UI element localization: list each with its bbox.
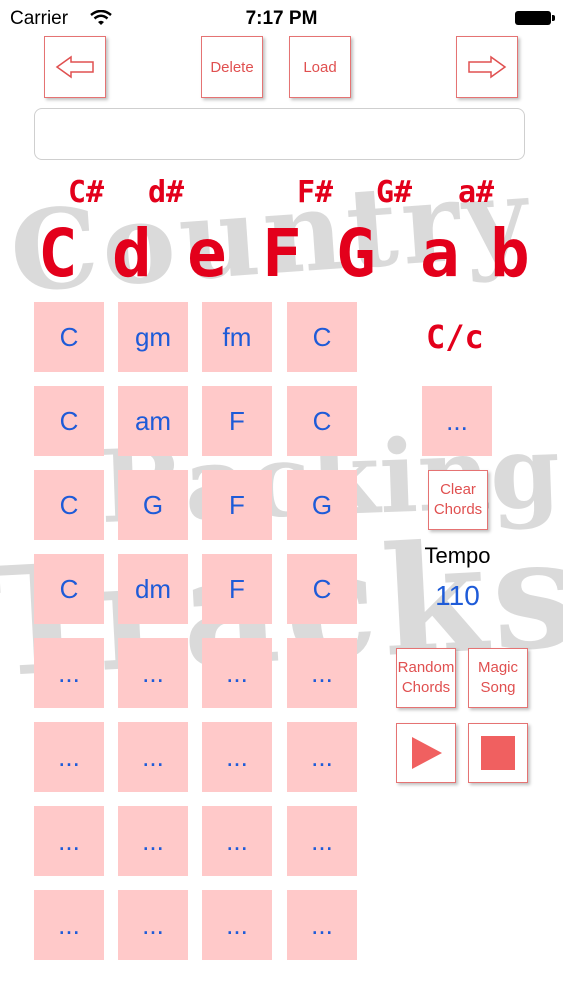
load-button[interactable]: Load: [289, 36, 351, 98]
chord-cell[interactable]: ...: [287, 722, 357, 792]
clock: 7:17 PM: [245, 8, 318, 29]
tempo-label: Tempo: [424, 543, 491, 568]
stop-icon: [481, 736, 515, 770]
chord-cell[interactable]: ...: [287, 638, 357, 708]
arrow-left-icon: [55, 55, 94, 79]
chord-cell[interactable]: ...: [287, 890, 357, 960]
chord-cell[interactable]: ...: [118, 806, 188, 876]
delete-button[interactable]: Delete: [201, 36, 263, 98]
key-b[interactable]: b: [490, 215, 530, 292]
stop-button[interactable]: [468, 723, 528, 783]
chord-cell[interactable]: C: [34, 554, 104, 624]
chord-cell[interactable]: ...: [202, 722, 272, 792]
chord-cell[interactable]: dm: [118, 554, 188, 624]
chord-cell[interactable]: ...: [34, 722, 104, 792]
key-f[interactable]: F: [262, 215, 302, 292]
key-g-sharp[interactable]: G#: [376, 175, 412, 210]
key-d-sharp[interactable]: d#: [148, 175, 184, 210]
chord-cell[interactable]: C: [34, 386, 104, 456]
current-chord-cell[interactable]: ...: [422, 386, 492, 456]
magic-song-button[interactable]: Magic Song: [468, 648, 528, 708]
chord-cell[interactable]: C: [34, 302, 104, 372]
chord-cell[interactable]: am: [118, 386, 188, 456]
key-e[interactable]: e: [187, 215, 227, 292]
chord-cell[interactable]: ...: [34, 806, 104, 876]
arrow-right-icon: [468, 55, 507, 79]
previous-button[interactable]: [44, 36, 106, 98]
key-g[interactable]: G: [336, 215, 376, 292]
chord-cell[interactable]: ...: [118, 638, 188, 708]
song-name-field[interactable]: [34, 108, 525, 160]
next-button[interactable]: [456, 36, 518, 98]
chord-cell[interactable]: ...: [202, 890, 272, 960]
chord-cell[interactable]: ...: [118, 890, 188, 960]
key-a[interactable]: a: [420, 215, 460, 292]
chord-cell[interactable]: C: [287, 302, 357, 372]
play-button[interactable]: [396, 723, 456, 783]
key-a-sharp[interactable]: a#: [458, 175, 494, 210]
key-d[interactable]: d: [112, 215, 152, 292]
chord-cell[interactable]: G: [118, 470, 188, 540]
key-c-sharp[interactable]: C#: [68, 175, 104, 210]
chord-cell[interactable]: ...: [118, 722, 188, 792]
chord-cell[interactable]: C: [34, 470, 104, 540]
chord-cell[interactable]: C: [287, 386, 357, 456]
chord-cell[interactable]: F: [202, 470, 272, 540]
chord-cell[interactable]: F: [202, 386, 272, 456]
key-f-sharp[interactable]: F#: [297, 175, 333, 210]
chord-cell[interactable]: C: [287, 554, 357, 624]
chord-cell[interactable]: ...: [202, 806, 272, 876]
random-chords-button[interactable]: Random Chords: [396, 648, 456, 708]
status-bar: Carrier 7:17 PM: [0, 0, 563, 36]
chord-cell[interactable]: ...: [34, 890, 104, 960]
chord-cell[interactable]: ...: [287, 806, 357, 876]
mode-toggle[interactable]: C/c: [426, 318, 484, 356]
clear-chords-button[interactable]: Clear Chords: [428, 470, 488, 530]
key-c[interactable]: C: [38, 215, 78, 292]
battery-icon: [515, 11, 555, 25]
chord-cell[interactable]: F: [202, 554, 272, 624]
chord-cell[interactable]: gm: [118, 302, 188, 372]
chord-cell[interactable]: G: [287, 470, 357, 540]
chord-cell[interactable]: ...: [34, 638, 104, 708]
chord-cell[interactable]: fm: [202, 302, 272, 372]
tempo-value[interactable]: 110: [390, 580, 525, 612]
chord-cell[interactable]: ...: [202, 638, 272, 708]
play-icon: [412, 737, 442, 769]
